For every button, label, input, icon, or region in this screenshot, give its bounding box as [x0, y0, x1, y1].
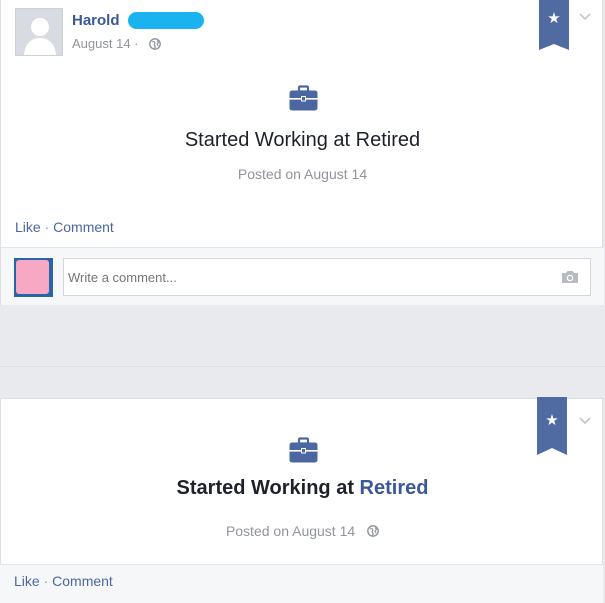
- life-event-title: Started Working at Retired: [1, 477, 604, 500]
- post-timestamp[interactable]: August 14 ·: [72, 36, 139, 51]
- post-actions: Like · Comment: [14, 573, 113, 589]
- globe-icon[interactable]: [367, 525, 379, 537]
- post-footer: Like · Comment: [0, 564, 603, 603]
- like-link[interactable]: Like: [15, 219, 41, 235]
- highlight-ribbon-star[interactable]: ★: [539, 0, 569, 50]
- globe-icon[interactable]: [149, 38, 161, 50]
- briefcase-icon: [289, 85, 318, 111]
- highlight-ribbon-star[interactable]: ★: [537, 397, 567, 455]
- posted-on-text: Posted on August 14: [237, 166, 368, 182]
- comment-input[interactable]: [63, 258, 591, 296]
- commenter-avatar-redaction: [16, 260, 49, 294]
- action-separator: ·: [43, 573, 49, 589]
- briefcase-icon: [289, 437, 318, 463]
- comment-link[interactable]: Comment: [53, 219, 114, 235]
- default-avatar-icon: [16, 9, 62, 55]
- camera-icon[interactable]: [561, 269, 579, 284]
- comment-composer: [1, 247, 604, 305]
- posted-on-text: Posted on August 14: [225, 523, 356, 539]
- like-link[interactable]: Like: [14, 573, 40, 589]
- posted-on-line: Posted on August 14: [1, 523, 604, 539]
- comment-link[interactable]: Comment: [52, 573, 113, 589]
- author-name[interactable]: Harold: [72, 12, 120, 29]
- action-separator: ·: [44, 219, 50, 235]
- chevron-down-icon[interactable]: [578, 416, 592, 426]
- employer-link[interactable]: Retired: [360, 477, 429, 499]
- post-actions: Like · Comment: [15, 219, 114, 235]
- author-avatar[interactable]: [15, 8, 63, 56]
- life-event-post: Harold August 14 · ★ Started Working at …: [0, 0, 604, 305]
- feed-divider: [0, 366, 605, 367]
- commenter-avatar[interactable]: [14, 258, 53, 297]
- chevron-down-icon[interactable]: [578, 12, 592, 22]
- life-event-title: Started Working at Retired: [184, 129, 421, 151]
- redacted-surname: [128, 12, 204, 29]
- life-event-title-prefix: Started Working at: [176, 477, 360, 499]
